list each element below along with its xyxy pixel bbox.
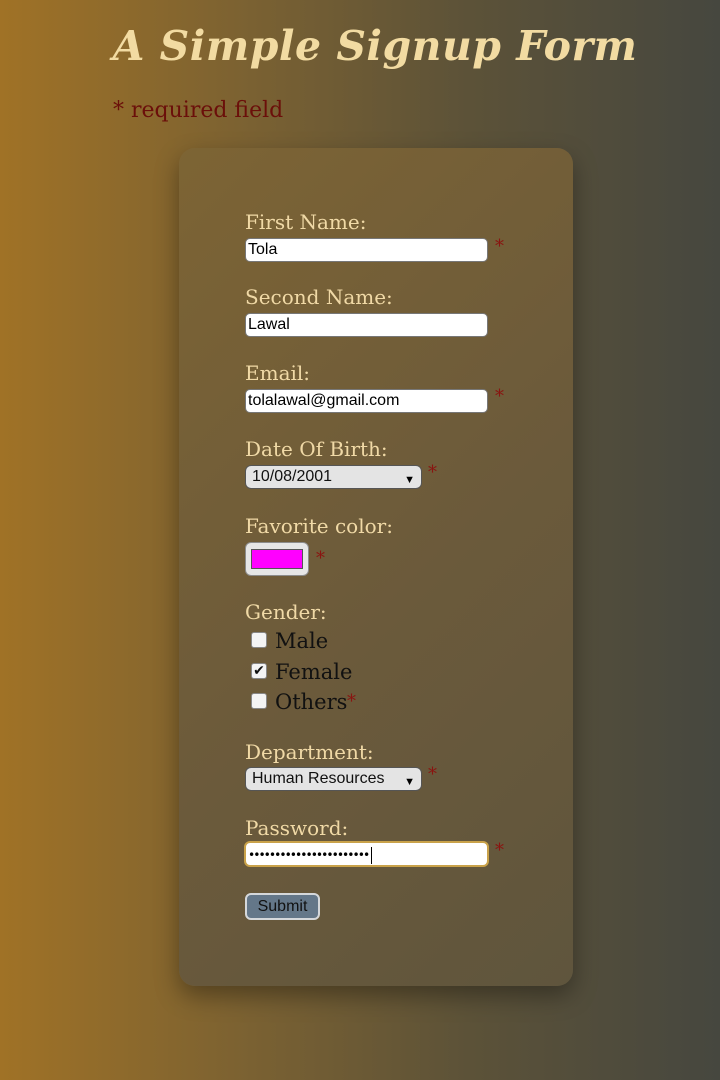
signup-form-card: First Name: Tola * Second Name: Lawal Em… xyxy=(179,148,573,986)
required-asterisk: * xyxy=(495,386,504,407)
dob-date-picker[interactable]: 10/08/2001 ▼ xyxy=(245,465,422,489)
female-checkbox[interactable]: ✔ xyxy=(251,663,267,679)
female-label: Female xyxy=(275,660,353,684)
required-field-note: * required field xyxy=(113,98,284,123)
second-name-input[interactable]: Lawal xyxy=(245,313,488,337)
favorite-color-picker[interactable] xyxy=(245,542,309,576)
text-cursor xyxy=(371,847,373,864)
others-label: Others xyxy=(275,690,348,714)
submit-button[interactable]: Submit xyxy=(245,893,320,920)
department-select[interactable]: Human Resources ▼ xyxy=(245,767,422,791)
chevron-down-icon: ▼ xyxy=(404,776,415,788)
male-label: Male xyxy=(275,629,329,653)
department-label: Department: xyxy=(245,740,374,764)
male-checkbox[interactable] xyxy=(251,632,267,648)
color-swatch xyxy=(251,549,303,569)
favorite-color-label: Favorite color: xyxy=(245,514,393,538)
chevron-down-icon: ▼ xyxy=(404,474,415,486)
email-input[interactable]: tolalawal@gmail.com xyxy=(245,389,488,413)
gender-label: Gender: xyxy=(245,600,327,624)
others-checkbox[interactable] xyxy=(251,693,267,709)
email-label: Email: xyxy=(245,361,311,385)
first-name-label: First Name: xyxy=(245,210,367,234)
dob-label: Date Of Birth: xyxy=(245,437,388,461)
required-asterisk: * xyxy=(495,840,504,861)
required-asterisk: * xyxy=(347,691,356,712)
required-asterisk: * xyxy=(316,548,325,569)
required-asterisk: * xyxy=(428,764,437,785)
dob-value: 10/08/2001 xyxy=(252,468,333,485)
second-name-label: Second Name: xyxy=(245,285,393,309)
password-masked-value: ••••••••••••••••••••••• xyxy=(248,848,370,862)
password-label: Password: xyxy=(245,816,349,840)
password-input[interactable]: ••••••••••••••••••••••• xyxy=(245,842,488,866)
required-asterisk: * xyxy=(428,462,437,483)
first-name-input[interactable]: Tola xyxy=(245,238,488,262)
page-title: A Simple Signup Form xyxy=(112,22,638,70)
required-asterisk: * xyxy=(495,236,504,257)
department-value: Human Resources xyxy=(252,770,385,787)
